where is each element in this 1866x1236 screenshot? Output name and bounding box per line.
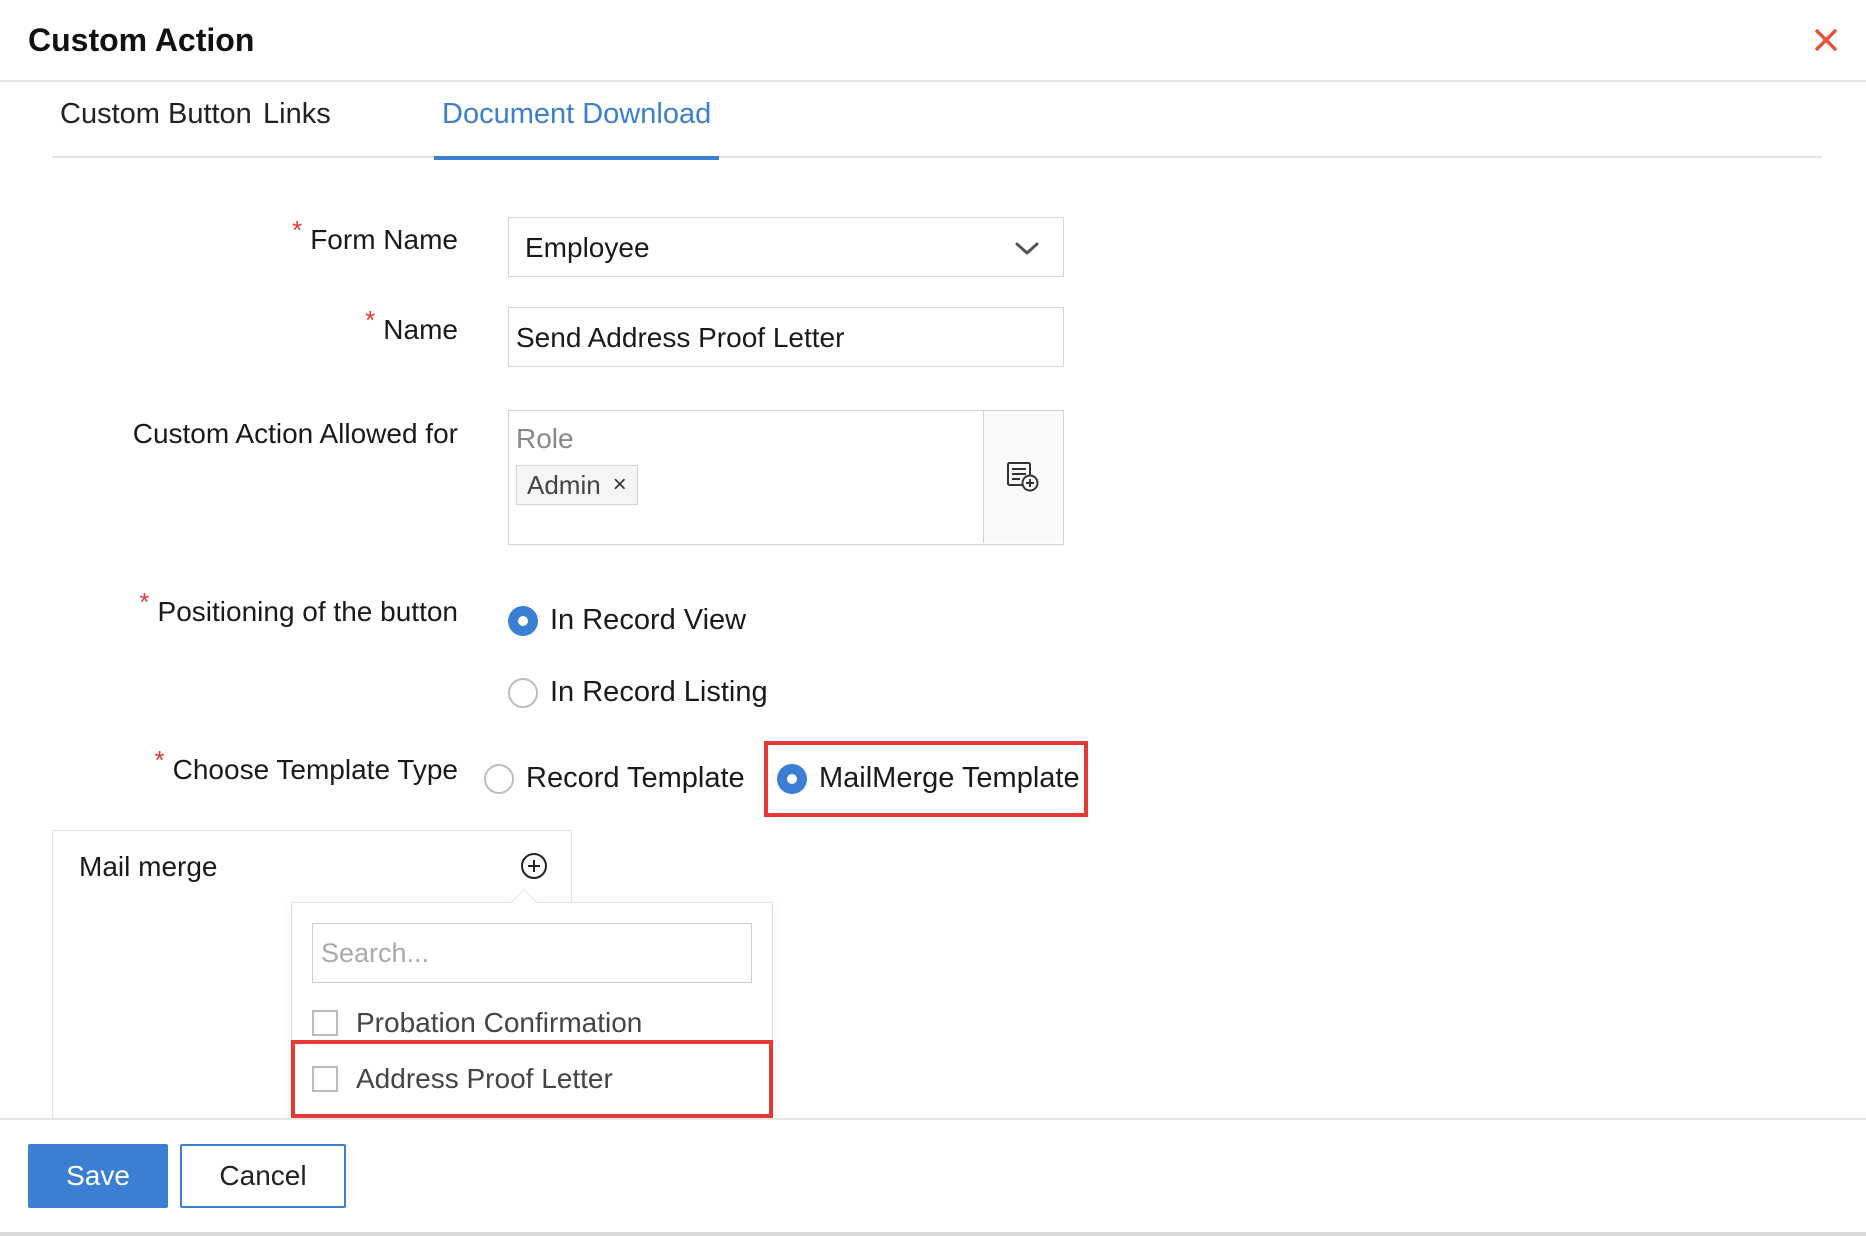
role-picker-button[interactable] [983, 411, 1063, 543]
required-marker: * [365, 305, 376, 335]
option-label: Probation Confirmation [356, 1007, 643, 1038]
list-add-icon [1007, 462, 1039, 492]
required-marker: * [292, 215, 303, 245]
radio-label: Record Template [526, 762, 745, 794]
plus-circle-icon[interactable] [519, 851, 549, 881]
save-button[interactable]: Save [28, 1144, 168, 1208]
tab-bar: Custom Button Links Document Download [52, 82, 1822, 160]
cancel-button[interactable]: Cancel [180, 1144, 346, 1208]
required-marker: * [154, 745, 165, 775]
chevron-down-icon [1015, 242, 1039, 255]
required-marker: * [139, 587, 150, 617]
tab-document-download[interactable]: Document Download [434, 98, 720, 160]
role-placeholder: Role [516, 423, 574, 454]
radio-button[interactable] [484, 763, 514, 794]
radio-in-record-listing[interactable]: In Record Listing [508, 676, 768, 709]
close-button[interactable] [1808, 22, 1844, 58]
template-type-label: * Choose Template Type [154, 745, 459, 785]
radio-label: In Record View [550, 604, 747, 636]
tab-custom-button[interactable]: Custom Button [52, 98, 260, 158]
radio-in-record-view[interactable]: In Record View [508, 604, 746, 637]
mail-merge-title: Mail merge [79, 851, 218, 882]
tab-links[interactable]: Links [255, 98, 339, 158]
name-input-value: Send Address Proof Letter [516, 322, 845, 353]
remove-chip-icon[interactable]: × [613, 471, 627, 499]
role-chip-admin: Admin × [516, 465, 638, 505]
close-icon [1815, 29, 1837, 51]
custom-action-dialog: Custom Action Custom Button Links Docume… [0, 0, 1866, 1236]
positioning-label: * Positioning of the button [139, 587, 458, 627]
role-selector[interactable]: Role Admin × [508, 410, 1064, 545]
name-label: * Name [365, 305, 458, 345]
form-name-value: Employee [525, 232, 650, 263]
form-name-label: * Form Name [292, 215, 458, 255]
allowed-for-label: Custom Action Allowed for [132, 418, 458, 449]
highlight-box [764, 741, 1088, 817]
option-probation-confirmation[interactable]: Probation Confirmation [312, 1007, 642, 1039]
footer-divider [0, 1232, 1866, 1236]
radio-button[interactable] [508, 677, 538, 708]
highlight-box [291, 1040, 773, 1118]
dialog-title: Custom Action [28, 22, 255, 58]
checkbox[interactable] [312, 1010, 338, 1036]
name-input[interactable]: Send Address Proof Letter [508, 307, 1064, 367]
radio-label: In Record Listing [550, 676, 768, 708]
search-input[interactable] [312, 923, 752, 983]
dialog-header: Custom Action [0, 0, 1866, 82]
radio-button-selected[interactable] [508, 605, 538, 636]
form-name-select[interactable]: Employee [508, 217, 1064, 277]
radio-record-template[interactable]: Record Template [484, 762, 745, 795]
role-chip-label: Admin [527, 469, 601, 500]
